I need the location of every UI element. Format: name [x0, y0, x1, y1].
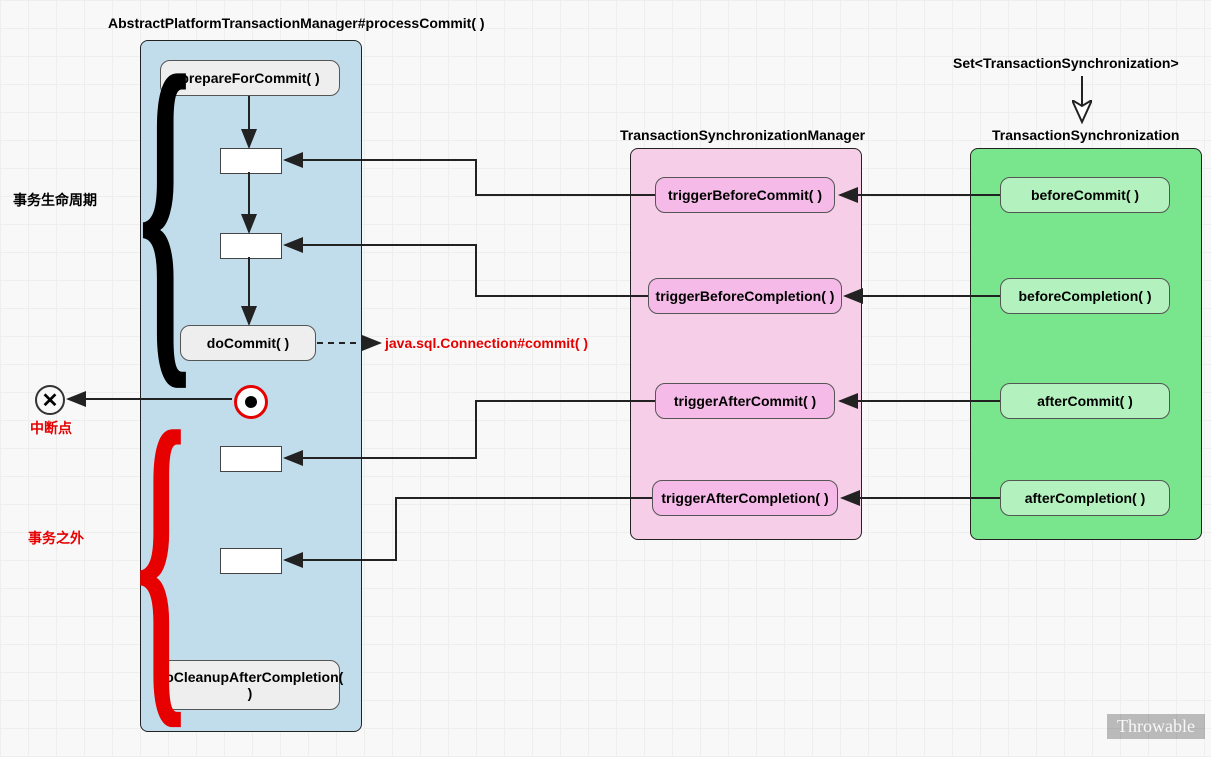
label-connection-commit: java.sql.Connection#commit( ) — [385, 335, 588, 351]
bar-2 — [220, 233, 282, 259]
breakpoint-bullseye — [234, 385, 268, 419]
title-sync: TransactionSynchronization — [992, 127, 1179, 143]
node-trigger-before-completion: triggerBeforeCompletion( ) — [648, 278, 842, 314]
bar-4 — [220, 548, 282, 574]
label-breakpoint: 中断点 — [30, 418, 72, 438]
node-after-completion: afterCompletion( ) — [1000, 480, 1170, 516]
label-outside: 事务之外 — [28, 528, 84, 548]
terminator-icon: ✕ — [35, 385, 65, 415]
bar-3 — [220, 446, 282, 472]
brace-lifecycle-icon: { — [139, 30, 191, 390]
node-before-commit: beforeCommit( ) — [1000, 177, 1170, 213]
title-set: Set<TransactionSynchronization> — [953, 55, 1179, 71]
node-trigger-after-commit: triggerAfterCommit( ) — [655, 383, 835, 419]
node-before-completion: beforeCompletion( ) — [1000, 278, 1170, 314]
bar-1 — [220, 148, 282, 174]
node-trigger-before-commit: triggerBeforeCommit( ) — [655, 177, 835, 213]
label-lifecycle: 事务生命周期 — [13, 190, 97, 210]
node-do-cleanup: doCleanupAfterCompletion( ) — [160, 660, 340, 710]
node-trigger-after-completion: triggerAfterCompletion( ) — [652, 480, 838, 516]
node-do-commit: doCommit( ) — [180, 325, 316, 361]
node-after-commit: afterCommit( ) — [1000, 383, 1170, 419]
brace-outside-icon: { — [136, 378, 186, 738]
watermark: Throwable — [1107, 714, 1205, 739]
title-mgr: TransactionSynchronizationManager — [620, 127, 865, 143]
